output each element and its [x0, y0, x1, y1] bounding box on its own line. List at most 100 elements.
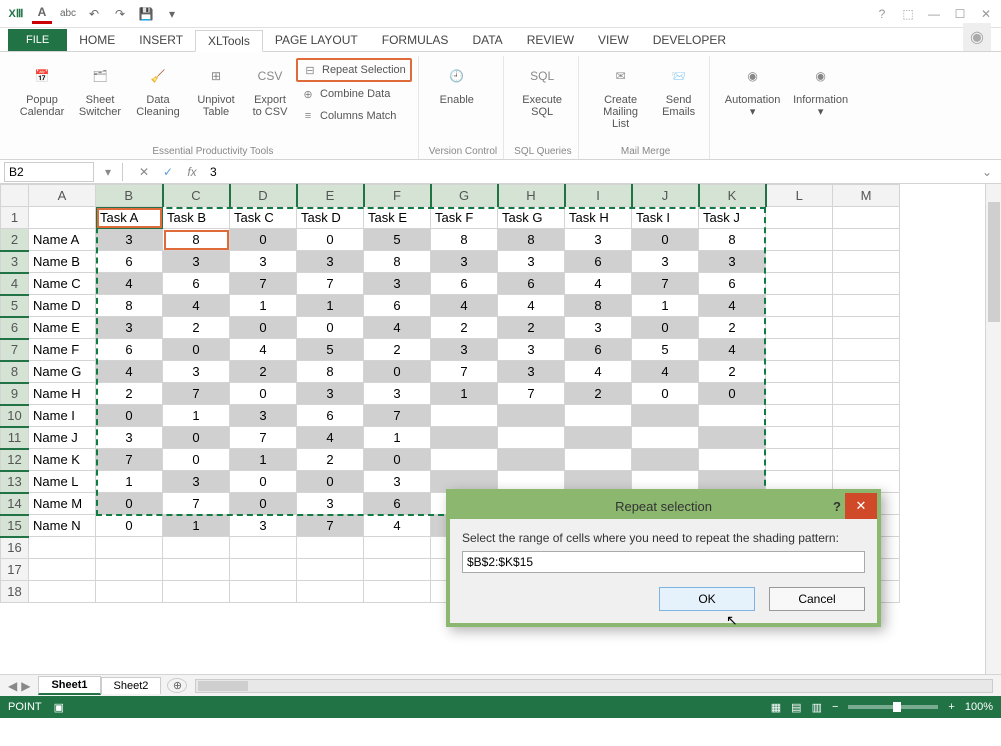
data-cell[interactable]: 0 — [364, 449, 431, 471]
data-cell[interactable] — [431, 405, 498, 427]
tab-review[interactable]: REVIEW — [515, 29, 586, 51]
name-cell[interactable]: Name M — [29, 493, 96, 515]
send-emails-button[interactable]: 📨Send Emails — [655, 56, 703, 144]
data-cell[interactable]: 3 — [498, 361, 565, 383]
close-icon[interactable]: ✕ — [977, 5, 995, 23]
data-cell[interactable]: 2 — [163, 317, 230, 339]
data-cell[interactable]: 6 — [565, 251, 632, 273]
data-cell[interactable]: 4 — [565, 361, 632, 383]
col-header-L[interactable]: L — [766, 185, 833, 207]
data-cell[interactable]: 6 — [297, 405, 364, 427]
vertical-scrollbar[interactable] — [985, 184, 1001, 674]
data-cell[interactable]: 3 — [498, 251, 565, 273]
data-cell[interactable]: 4 — [364, 317, 431, 339]
data-cell[interactable]: 3 — [498, 339, 565, 361]
data-cell[interactable]: 3 — [96, 229, 163, 251]
data-cell[interactable]: 0 — [163, 427, 230, 449]
col-header-J[interactable]: J — [632, 185, 699, 207]
data-cell[interactable]: 4 — [498, 295, 565, 317]
task-header[interactable]: Task J — [699, 207, 766, 229]
data-cell[interactable]: 6 — [163, 273, 230, 295]
col-header-E[interactable]: E — [297, 185, 364, 207]
tab-page-layout[interactable]: PAGE LAYOUT — [263, 29, 370, 51]
redo-icon[interactable]: ↷ — [110, 4, 130, 24]
task-header[interactable]: Task G — [498, 207, 565, 229]
information-button[interactable]: ◉Information ▾ — [788, 56, 854, 155]
data-cell[interactable]: 7 — [163, 493, 230, 515]
data-cell[interactable]: 2 — [364, 339, 431, 361]
data-cell[interactable]: 3 — [565, 317, 632, 339]
data-cell[interactable]: 7 — [297, 273, 364, 295]
col-header-M[interactable]: M — [833, 185, 900, 207]
data-cell[interactable]: 3 — [96, 427, 163, 449]
data-cell[interactable]: 3 — [297, 493, 364, 515]
view-break-icon[interactable]: ▥ — [812, 701, 822, 714]
name-cell[interactable]: Name D — [29, 295, 96, 317]
data-cell[interactable]: 3 — [96, 317, 163, 339]
range-input[interactable] — [462, 551, 865, 573]
data-cell[interactable]: 5 — [364, 229, 431, 251]
data-cell[interactable]: 4 — [230, 339, 297, 361]
row-header-13[interactable]: 13 — [1, 471, 29, 493]
dialog-help-icon[interactable]: ? — [833, 499, 841, 514]
name-cell[interactable]: Name N — [29, 515, 96, 537]
enter-formula-icon[interactable]: ✓ — [158, 165, 178, 179]
popup-calendar-button[interactable]: 📅Popup Calendar — [14, 56, 70, 144]
name-cell[interactable]: Name L — [29, 471, 96, 493]
tab-insert[interactable]: INSERT — [127, 29, 195, 51]
data-cell[interactable]: 2 — [565, 383, 632, 405]
sheet-tab-2[interactable]: Sheet2 — [101, 677, 162, 694]
tab-view[interactable]: VIEW — [586, 29, 641, 51]
data-cell[interactable]: 4 — [431, 295, 498, 317]
data-cell[interactable] — [565, 405, 632, 427]
spellcheck-icon[interactable]: abc — [58, 4, 78, 24]
data-cell[interactable]: 3 — [699, 251, 766, 273]
sheet-tab-1[interactable]: Sheet1 — [38, 676, 100, 695]
zoom-out-icon[interactable]: − — [832, 701, 838, 713]
data-cell[interactable]: 2 — [699, 361, 766, 383]
row-header-10[interactable]: 10 — [1, 405, 29, 427]
data-cell[interactable]: 8 — [297, 361, 364, 383]
undo-icon[interactable]: ↶ — [84, 4, 104, 24]
data-cell[interactable]: 8 — [96, 295, 163, 317]
data-cell[interactable]: 0 — [163, 449, 230, 471]
name-cell[interactable]: Name G — [29, 361, 96, 383]
enable-vc-button[interactable]: 🕘Enable — [429, 56, 485, 144]
row-header-17[interactable]: 17 — [1, 559, 29, 581]
data-cell[interactable]: 3 — [632, 251, 699, 273]
qat-customize-icon[interactable]: ▾ — [162, 4, 182, 24]
data-cell[interactable]: 0 — [230, 229, 297, 251]
data-cell[interactable]: 0 — [230, 383, 297, 405]
data-cell[interactable]: 3 — [364, 273, 431, 295]
data-cell[interactable]: 5 — [297, 339, 364, 361]
col-header-H[interactable]: H — [498, 185, 565, 207]
data-cell[interactable]: 4 — [96, 361, 163, 383]
repeat-selection-button[interactable]: ⊟Repeat Selection — [296, 58, 412, 82]
data-cell[interactable]: 1 — [364, 427, 431, 449]
row-header-6[interactable]: 6 — [1, 317, 29, 339]
name-cell[interactable]: Name H — [29, 383, 96, 405]
data-cell[interactable]: 7 — [230, 273, 297, 295]
row-header-15[interactable]: 15 — [1, 515, 29, 537]
macro-record-icon[interactable]: ▣ — [54, 701, 64, 714]
col-header-I[interactable]: I — [565, 185, 632, 207]
col-header-G[interactable]: G — [431, 185, 498, 207]
row-header-1[interactable]: 1 — [1, 207, 29, 229]
ok-button[interactable]: OK — [659, 587, 755, 611]
data-cell[interactable] — [565, 449, 632, 471]
zoom-slider[interactable] — [848, 705, 938, 709]
sheet-switcher-button[interactable]: 🗂Sheet Switcher — [72, 56, 128, 144]
cancel-button[interactable]: Cancel — [769, 587, 865, 611]
ribbon-display-icon[interactable]: ⬚ — [899, 5, 917, 23]
data-cell[interactable]: 3 — [230, 251, 297, 273]
data-cell[interactable]: 0 — [297, 229, 364, 251]
task-header[interactable]: Task D — [297, 207, 364, 229]
maximize-icon[interactable]: ☐ — [951, 5, 969, 23]
row-header-12[interactable]: 12 — [1, 449, 29, 471]
name-cell[interactable]: Name F — [29, 339, 96, 361]
data-cell[interactable]: 6 — [364, 295, 431, 317]
data-cell[interactable]: 7 — [297, 515, 364, 537]
data-cell[interactable]: 6 — [431, 273, 498, 295]
data-cell[interactable]: 8 — [364, 251, 431, 273]
task-header[interactable]: Task A — [96, 207, 163, 229]
